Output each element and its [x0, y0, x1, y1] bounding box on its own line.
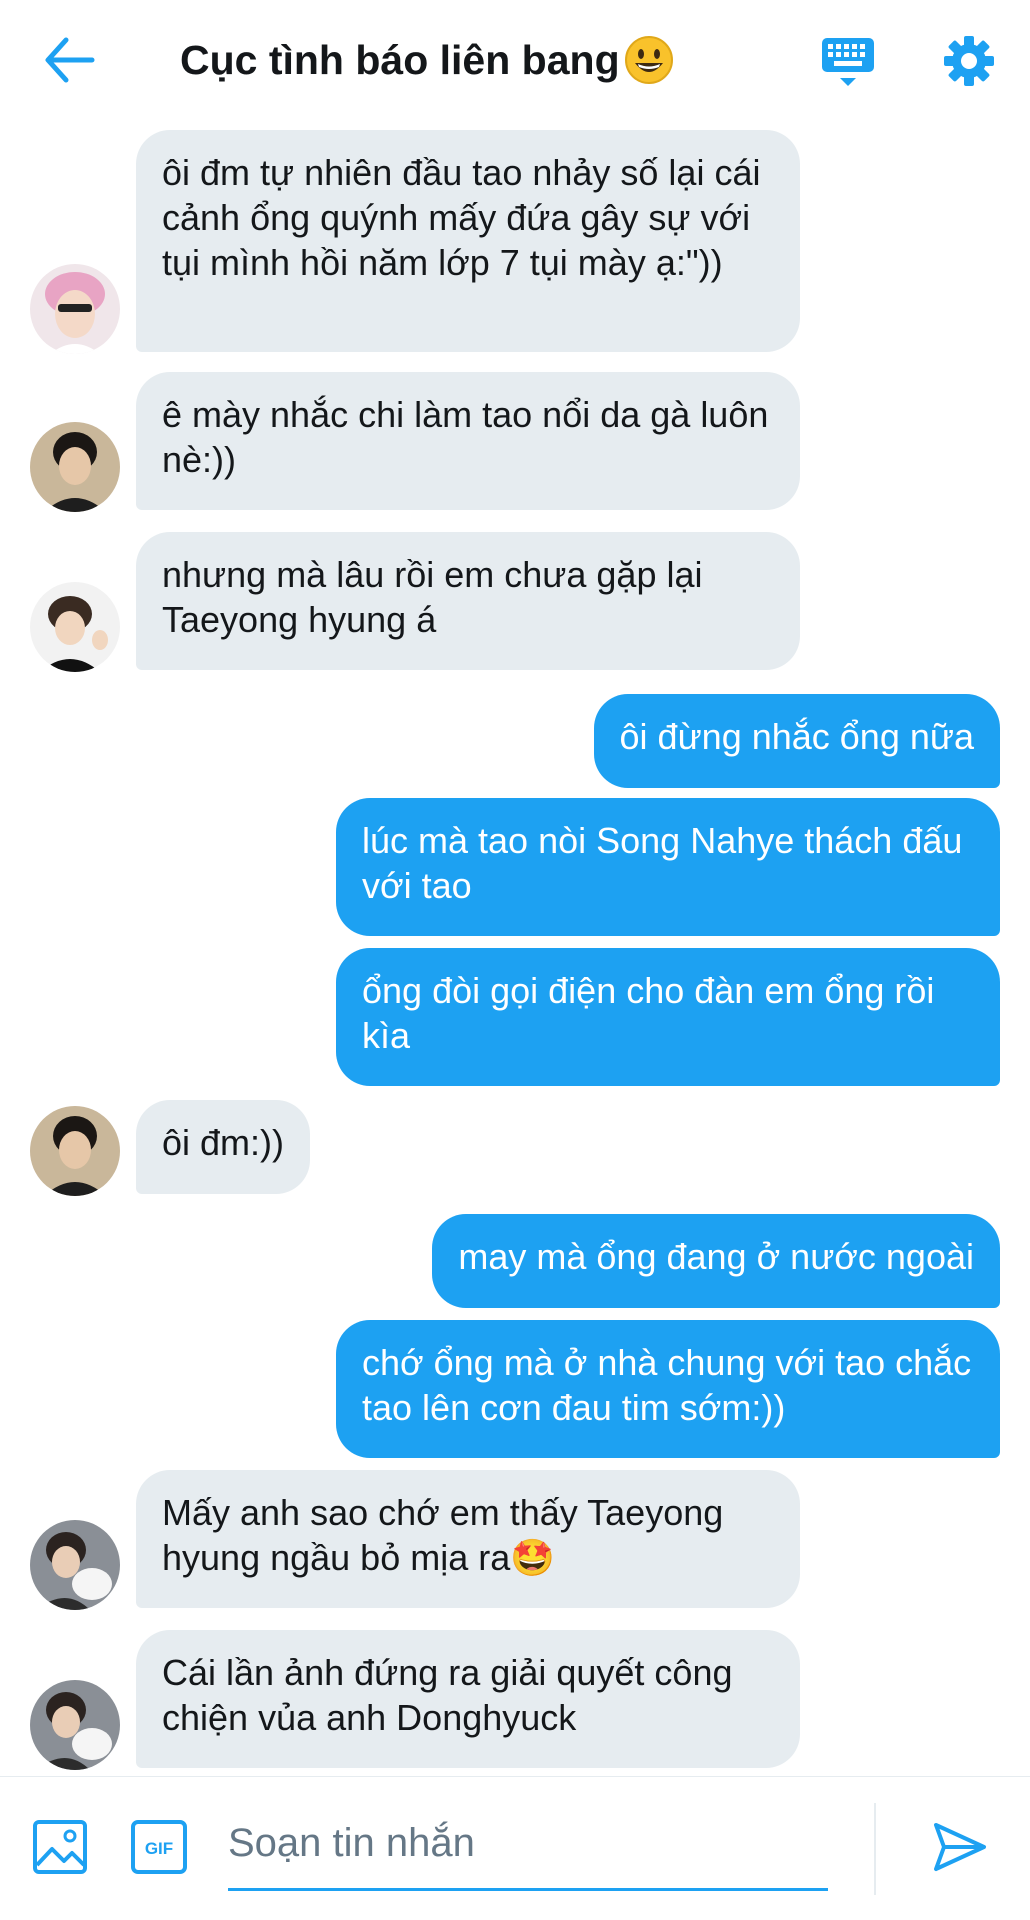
conversation-title-text: Cục tình báo liên bang [180, 37, 620, 83]
composer-divider [874, 1803, 876, 1895]
send-icon[interactable] [930, 1817, 990, 1877]
dm-conversation-screen: Cục tình báo liên bang ôi đm tự nhiên đầ… [0, 0, 1030, 1920]
message-text: ôi đm:)) [162, 1122, 285, 1163]
outgoing-message-bubble[interactable]: may mà ổng đang ở nước ngoài [432, 1214, 1000, 1308]
message-text: chớ ổng mà ở nhà chung với tao chắc tao … [362, 1342, 972, 1428]
gear-icon[interactable] [942, 34, 996, 88]
dark-hair-avatar[interactable] [30, 1106, 120, 1196]
keyboard-icon[interactable] [820, 36, 876, 90]
gif-icon: GIF [131, 1820, 187, 1874]
message-text: ổng đòi gọi điện cho đàn em ổng rồi kìa [362, 970, 935, 1056]
outgoing-message-bubble[interactable]: chớ ổng mà ở nhà chung với tao chắc tao … [336, 1320, 1000, 1458]
puppy-avatar[interactable] [30, 1520, 120, 1610]
outgoing-message-bubble[interactable]: lúc mà tao nòi Song Nahye thách đấu với … [336, 798, 1000, 936]
grinning-face-icon [624, 36, 673, 84]
conversation-header: Cục tình báo liên bang [0, 0, 1030, 120]
incoming-message-bubble[interactable]: nhưng mà lâu rồi em chưa gặp lại Taeyong… [136, 532, 800, 670]
gif-label: GIF [145, 1839, 173, 1858]
back-arrow-icon[interactable] [40, 34, 100, 86]
conversation-title[interactable]: Cục tình báo liên bang [180, 32, 674, 88]
incoming-message-bubble[interactable]: Cái lần ảnh đứng ra giải quyết công chiệ… [136, 1630, 800, 1768]
gif-button[interactable]: GIF [130, 1819, 188, 1875]
dark-hair-avatar[interactable] [30, 422, 120, 512]
message-text: ê mày nhắc chi làm tao nổi da gà luôn nè… [162, 394, 769, 480]
image-icon[interactable] [32, 1819, 88, 1875]
incoming-message-bubble[interactable]: Mấy anh sao chớ em thấy Taeyong hyung ng… [136, 1470, 800, 1608]
message-input[interactable] [228, 1799, 828, 1891]
message-text: nhưng mà lâu rồi em chưa gặp lại Taeyong… [162, 554, 703, 640]
message-text: may mà ổng đang ở nước ngoài [458, 1236, 974, 1277]
incoming-message-bubble[interactable]: ê mày nhắc chi làm tao nổi da gà luôn nè… [136, 372, 800, 510]
message-text: ôi đm tự nhiên đầu tao nhảy số lại cái c… [162, 152, 761, 283]
outgoing-message-bubble[interactable]: ôi đừng nhắc ổng nữa [593, 694, 1000, 788]
message-text: Mấy anh sao chớ em thấy Taeyong hyung ng… [162, 1492, 724, 1578]
peace-sign-avatar[interactable] [30, 582, 120, 672]
message-text: Cái lần ảnh đứng ra giải quyết công chiệ… [162, 1652, 733, 1738]
incoming-message-bubble[interactable]: ôi đm tự nhiên đầu tao nhảy số lại cái c… [136, 130, 800, 352]
pink-hair-avatar[interactable] [30, 264, 120, 354]
message-composer: GIF [0, 1776, 1030, 1920]
puppy-avatar[interactable] [30, 1680, 120, 1770]
message-list[interactable]: ôi đm tự nhiên đầu tao nhảy số lại cái c… [0, 120, 1030, 1776]
outgoing-message-bubble[interactable]: ổng đòi gọi điện cho đàn em ổng rồi kìa [336, 948, 1000, 1086]
message-text: lúc mà tao nòi Song Nahye thách đấu với … [362, 820, 963, 906]
incoming-message-bubble[interactable]: ôi đm:)) [136, 1100, 311, 1194]
message-text: ôi đừng nhắc ổng nữa [619, 716, 974, 757]
